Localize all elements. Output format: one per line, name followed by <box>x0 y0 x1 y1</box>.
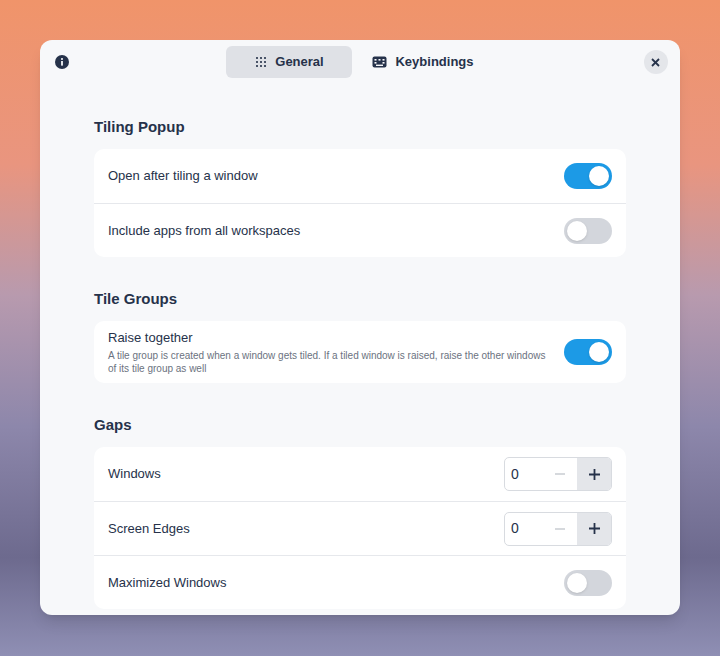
plus-icon <box>589 523 600 534</box>
minus-icon <box>555 524 565 534</box>
tab[interactable]: Keybindings <box>358 46 487 78</box>
settings-section: Tiling Popup Open after tiling a window In… <box>94 117 626 257</box>
toggle-knob <box>589 166 609 186</box>
toggle-knob <box>567 573 587 593</box>
toggle-knob <box>567 221 587 241</box>
settings-row: Raise together A tile group is created wh… <box>94 321 626 383</box>
spin-value[interactable]: 0 <box>505 458 543 490</box>
content: Tiling Popup Open after tiling a window In… <box>40 78 680 609</box>
settings-row: Maximized Windows <box>94 555 626 609</box>
toggle-knob <box>589 342 609 362</box>
toggle-switch[interactable] <box>564 339 612 365</box>
plus-icon <box>589 469 600 480</box>
minus-icon <box>555 469 565 479</box>
row-description: A tile group is created when a window ge… <box>108 349 552 375</box>
spin-button[interactable]: 0 <box>504 512 612 546</box>
row-label: Screen Edges <box>108 521 492 537</box>
close-icon <box>651 58 660 67</box>
preferences-window: GeneralKeybindings Tiling Popup Open after… <box>40 40 680 615</box>
tab-bar: GeneralKeybindings <box>226 46 487 78</box>
settings-card: Raise together A tile group is created wh… <box>94 321 626 383</box>
row-label: Open after tiling a window <box>108 168 552 184</box>
decrement-button[interactable] <box>543 458 577 490</box>
grid-icon <box>255 56 267 68</box>
increment-button[interactable] <box>577 458 611 490</box>
settings-card: Windows 0 Screen Edges 0 Maximized Windows <box>94 447 626 609</box>
row-label: Maximized Windows <box>108 575 552 591</box>
decrement-button[interactable] <box>543 513 577 545</box>
settings-section: Tile Groups Raise together A tile group is… <box>94 289 626 383</box>
section-title: Tile Groups <box>94 289 626 309</box>
row-label: Windows <box>108 466 492 482</box>
settings-row: Open after tiling a window <box>94 149 626 203</box>
tab[interactable]: General <box>226 46 352 78</box>
settings-section: Gaps Windows 0 Screen Edges 0 Maximized Windo… <box>94 415 626 609</box>
row-label: Raise together <box>108 330 552 346</box>
row-label: Include apps from all workspaces <box>108 223 552 239</box>
section-title: Tiling Popup <box>94 117 626 137</box>
about-button[interactable] <box>54 54 70 70</box>
toggle-switch[interactable] <box>564 218 612 244</box>
toggle-switch[interactable] <box>564 163 612 189</box>
settings-row: Include apps from all workspaces <box>94 203 626 257</box>
header-bar: GeneralKeybindings <box>40 40 680 78</box>
spin-value[interactable]: 0 <box>505 513 543 545</box>
settings-row: Screen Edges 0 <box>94 501 626 555</box>
increment-button[interactable] <box>577 513 611 545</box>
settings-card: Open after tiling a window Include apps f… <box>94 149 626 257</box>
toggle-switch[interactable] <box>564 570 612 596</box>
spin-button[interactable]: 0 <box>504 457 612 491</box>
close-button[interactable] <box>644 50 668 74</box>
settings-row: Windows 0 <box>94 447 626 501</box>
info-icon <box>55 55 69 69</box>
keyboard-icon <box>372 56 387 68</box>
desktop: GeneralKeybindings Tiling Popup Open after… <box>0 0 720 656</box>
section-title: Gaps <box>94 415 626 435</box>
